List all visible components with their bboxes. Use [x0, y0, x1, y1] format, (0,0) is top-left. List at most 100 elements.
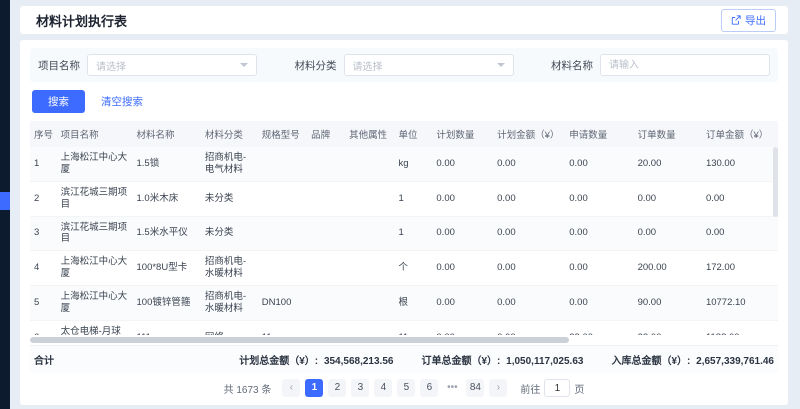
cell-other-attrs	[345, 320, 394, 335]
column-header: 计划数量	[432, 121, 493, 147]
search-button[interactable]: 搜索	[32, 90, 85, 113]
cell-material-category: 招商机电-水暖材料	[201, 286, 258, 321]
table-row[interactable]: 2 滨江花城三期项目 1.0米木床 未分类 1 0.00 0.00 0.00 0…	[30, 181, 778, 216]
table-row[interactable]: 6 太仓电梯-月球项目 111 网络 11 11 0.00 0.00 22.00…	[30, 320, 778, 335]
cell-project-name: 滨江花城三期项目	[57, 216, 133, 251]
cell-spec-model	[258, 181, 307, 216]
page-number[interactable]: 6	[420, 379, 438, 397]
cell-planned-amount: 0.00	[493, 147, 565, 181]
export-button[interactable]: 导出	[721, 9, 776, 32]
prev-page-button[interactable]: ‹	[282, 379, 300, 397]
cell-order-qty: 90.00	[634, 286, 702, 321]
cell-brand	[307, 286, 345, 321]
filter-material-name: 材料名称	[551, 54, 770, 76]
cell-brand	[307, 147, 345, 181]
page-number[interactable]: 84	[466, 379, 484, 397]
page-number[interactable]: 3	[351, 379, 369, 397]
cell-other-attrs	[345, 147, 394, 181]
next-page-button[interactable]: ›	[489, 379, 507, 397]
cell-brand	[307, 181, 345, 216]
vertical-scrollbar[interactable]	[773, 147, 778, 333]
clear-search-button[interactable]: 清空搜索	[101, 94, 143, 109]
horizontal-scrollbar[interactable]	[30, 337, 778, 343]
cell-planned-qty: 0.00	[432, 320, 493, 335]
cell-brand	[307, 251, 345, 286]
cell-spec-model	[258, 216, 307, 251]
cell-planned-amount: 0.00	[493, 181, 565, 216]
filter-bar: 项目名称 请选择 材料分类 请选择 材料名称	[30, 48, 778, 82]
main-content: 材料计划执行表 导出 项目名称 请选择 材料分类 请选择	[10, 0, 800, 409]
summary-item-value: 354,568,213.56	[324, 356, 394, 367]
horizontal-scrollbar-thumb[interactable]	[30, 337, 569, 343]
column-header: 序号	[30, 121, 57, 147]
page-number[interactable]: 4	[374, 379, 392, 397]
cell-material-name: 100镀锌管箍	[133, 286, 201, 321]
project-name-select[interactable]: 请选择	[87, 54, 257, 76]
cell-material-name: 111	[133, 320, 201, 335]
cell-order-amount: 1188.00	[702, 320, 778, 335]
summary-label: 合计	[34, 352, 54, 367]
goto-page-input[interactable]	[544, 379, 570, 397]
cell-planned-amount: 0.00	[493, 251, 565, 286]
column-header: 订单数量	[634, 121, 702, 147]
cell-order-amount: 0.00	[702, 216, 778, 251]
table-row[interactable]: 5 上海松江中心大厦 100镀锌管箍 招商机电-水暖材料 DN100 根 0.0…	[30, 286, 778, 321]
summary-item: 订单总金额（¥）: 1,050,117,025.63	[421, 352, 583, 367]
export-icon	[731, 15, 741, 25]
cell-spec-model: 11	[258, 320, 307, 335]
data-table: 序号项目名称材料名称材料分类规格型号品牌其他属性单位计划数量计划金额（¥）申请数…	[30, 121, 778, 335]
cell-order-qty: 0.00	[634, 216, 702, 251]
cell-planned-qty: 0.00	[432, 147, 493, 181]
material-category-select[interactable]: 请选择	[344, 54, 514, 76]
cell-material-name: 1.5锁	[133, 147, 201, 181]
table-row[interactable]: 3 滨江花城三期项目 1.5米水平仪 未分类 1 0.00 0.00 0.00 …	[30, 216, 778, 251]
goto-prefix: 前往	[520, 381, 540, 396]
goto-suffix: 页	[574, 381, 584, 396]
project-name-placeholder: 请选择	[96, 58, 126, 73]
goto-page: 前往 页	[520, 379, 584, 397]
column-header: 申请数量	[565, 121, 633, 147]
summary-item: 入库总金额（¥）: 2,657,339,761.46	[611, 352, 774, 367]
cell-applied-qty: 0.00	[565, 147, 633, 181]
cell-planned-amount: 0.00	[493, 320, 565, 335]
column-header: 单位	[394, 121, 432, 147]
page-number[interactable]: 1	[305, 379, 323, 397]
cell-planned-amount: 0.00	[493, 286, 565, 321]
cell-project-name: 上海松江中心大厦	[57, 147, 133, 181]
cell-material-category: 未分类	[201, 181, 258, 216]
chevron-down-icon	[497, 63, 505, 67]
material-name-input[interactable]	[600, 54, 770, 76]
page-number[interactable]: 2	[328, 379, 346, 397]
table-row[interactable]: 1 上海松江中心大厦 1.5锁 招商机电-电气材料 kg 0.00 0.00 0…	[30, 147, 778, 181]
cell-order-qty: 200.00	[634, 251, 702, 286]
cell-unit: 11	[394, 320, 432, 335]
cell-applied-qty: 0.00	[565, 216, 633, 251]
cell-material-category: 招商机电-水暖材料	[201, 251, 258, 286]
page-number[interactable]: •••	[443, 379, 461, 397]
cell-index: 2	[30, 181, 57, 216]
cell-order-qty: 22.00	[634, 320, 702, 335]
cell-order-qty: 20.00	[634, 147, 702, 181]
sidebar-active-indicator	[0, 192, 10, 210]
column-header: 材料名称	[133, 121, 201, 147]
column-header: 订单金额（¥）	[702, 121, 778, 147]
summary-item: 计划总金额（¥）: 354,568,213.56	[239, 352, 393, 367]
cell-material-category: 招商机电-电气材料	[201, 147, 258, 181]
page-title: 材料计划执行表	[36, 11, 127, 30]
collapsed-sidebar[interactable]	[0, 0, 10, 409]
cell-project-name: 太仓电梯-月球项目	[57, 320, 133, 335]
cell-unit: 根	[394, 286, 432, 321]
total-count: 共 1673 条	[224, 381, 272, 396]
cell-spec-model: DN100	[258, 286, 307, 321]
summary-items: 计划总金额（¥）: 354,568,213.56 订单总金额（¥）: 1,050…	[211, 352, 774, 367]
column-header: 其他属性	[345, 121, 394, 147]
table-header-row: 序号项目名称材料名称材料分类规格型号品牌其他属性单位计划数量计划金额（¥）申请数…	[30, 121, 778, 147]
cell-other-attrs	[345, 251, 394, 286]
cell-applied-qty: 22.00	[565, 320, 633, 335]
page-number[interactable]: 5	[397, 379, 415, 397]
material-category-label: 材料分类	[295, 58, 337, 73]
filter-actions: 搜索 清空搜索	[32, 90, 776, 113]
cell-material-category: 网络	[201, 320, 258, 335]
cell-other-attrs	[345, 181, 394, 216]
table-row[interactable]: 4 上海松江中心大厦 100*8U型卡 招商机电-水暖材料 个 0.00 0.0…	[30, 251, 778, 286]
